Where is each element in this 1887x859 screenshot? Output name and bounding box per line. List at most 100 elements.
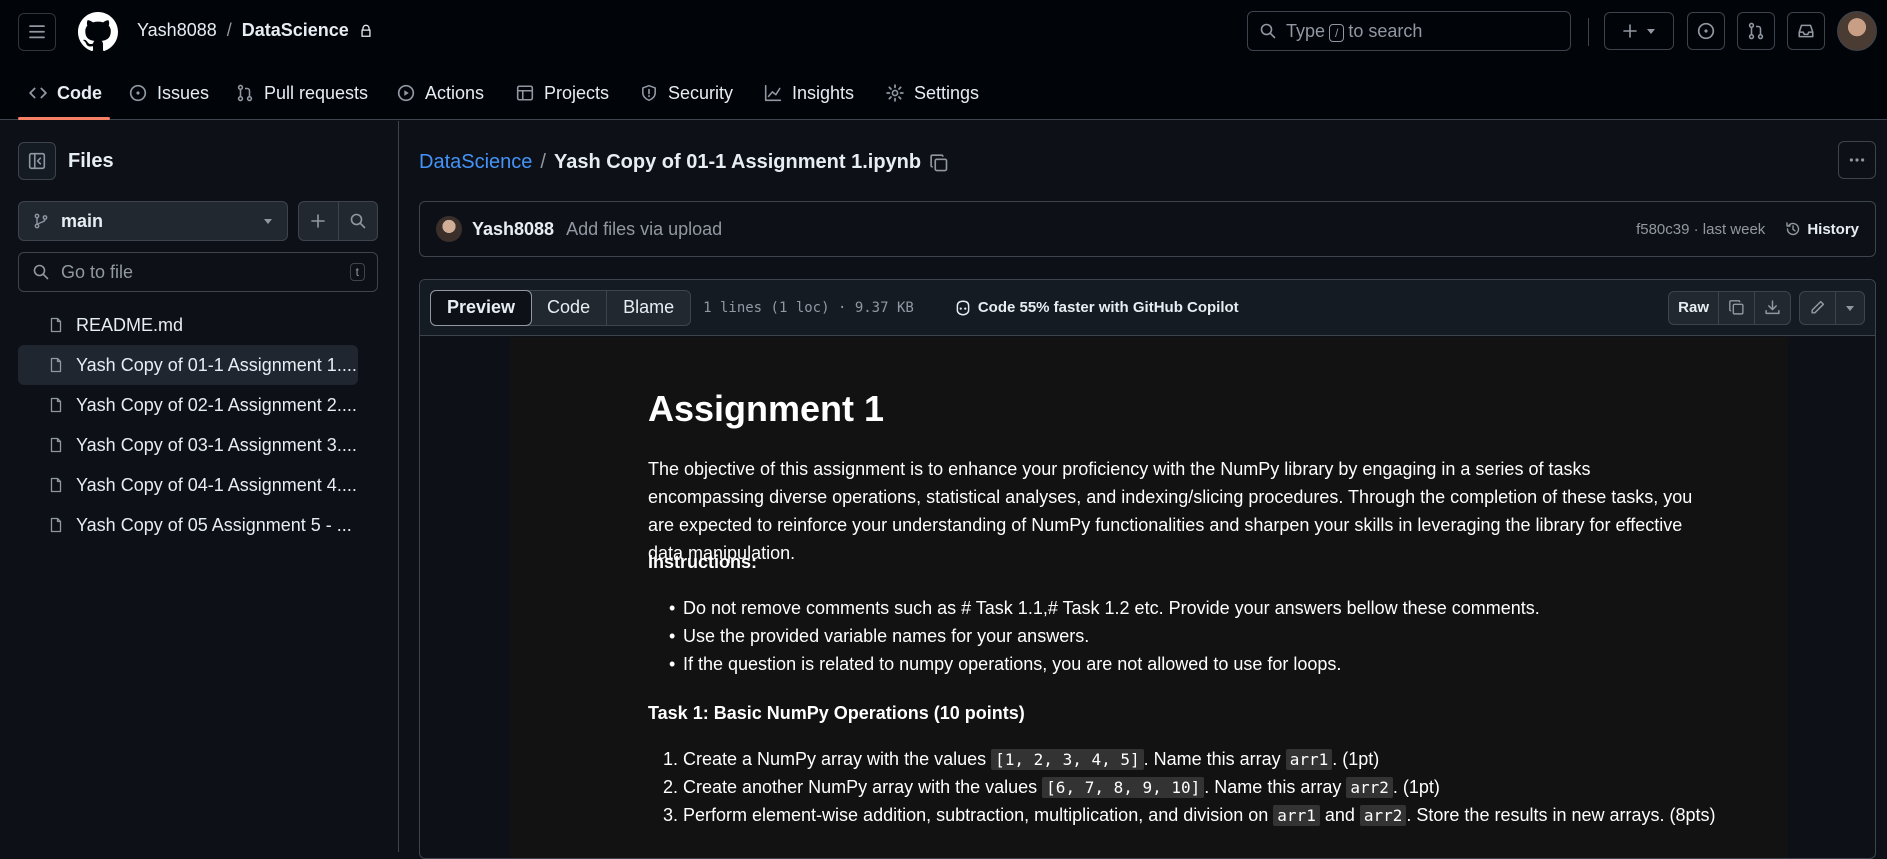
tab-issues[interactable]: Issues [129,78,209,108]
go-to-file-shortcut: t [349,263,365,281]
active-tab-indicator [18,117,110,120]
edit-file-button[interactable] [1800,292,1835,324]
edit-actions-group [1799,290,1865,325]
latest-commit-bar: Yash8088 Add files via upload f580c39 · … [419,201,1876,257]
tab-settings-label: Settings [914,82,980,103]
search-placeholder: Type / to search [1286,20,1423,42]
download-icon [1765,300,1780,315]
pull-requests-button[interactable] [1737,12,1775,50]
collapse-sidebar-button[interactable] [18,142,56,180]
git-branch-icon [34,213,48,229]
file-view: DataScience / Yash Copy of 01-1 Assignme… [400,121,1887,859]
tab-code-label: Code [57,82,102,103]
global-search-input[interactable]: Type / to search [1247,11,1571,51]
blame-tab[interactable]: Blame [606,290,690,325]
tab-insights[interactable]: Insights [764,78,854,108]
plus-icon [311,214,326,228]
instruction-item: • If the question is related to numpy ope… [669,654,1342,674]
sidebar-title: Files [68,150,114,172]
path-repo-link[interactable]: DataScience [419,151,532,174]
file-icon [50,397,62,413]
path-separator: / [540,151,546,173]
file-tree-item[interactable]: Yash Copy of 04-1 Assignment 4.... [18,465,358,505]
lock-icon [361,24,371,37]
file-tree-item[interactable]: Yash Copy of 05 Assignment 5 - ... [18,505,358,545]
hamburger-icon [29,25,45,39]
file-tree-sidebar: Files main Go to file t README.md Yash C… [0,121,399,852]
tab-pull-requests[interactable]: Pull requests [236,78,368,108]
notebook-title: Assignment 1 [648,388,885,429]
repo-nav-tabs: Code Issues Pull requests Actions Projec… [0,64,1887,120]
file-tree-item[interactable]: Yash Copy of 02-1 Assignment 2.... [18,385,358,425]
file-name: Yash Copy of 01-1 Assignment 1.... [76,354,357,375]
tab-actions-label: Actions [425,82,485,103]
pencil-icon [1811,300,1825,314]
shield-icon [642,84,656,102]
file-icon [50,437,62,453]
copilot-icon [956,300,970,315]
commit-author[interactable]: Yash8088 [472,219,554,240]
preview-tab[interactable]: Preview [430,289,533,326]
copy-raw-button[interactable] [1718,291,1754,324]
copy-icon[interactable] [929,153,949,173]
file-toolbar: Preview Code Blame 1 lines (1 loc) · 9.3… [420,280,1875,336]
code-view-tab[interactable]: Code [531,291,606,325]
tab-code[interactable]: Code [29,78,102,108]
raw-actions-group: Raw [1668,290,1791,325]
gear-icon [886,84,904,102]
branch-selector[interactable]: main [18,201,288,241]
inbox-icon [1798,24,1814,38]
commit-author-avatar[interactable] [436,216,462,242]
kebab-horizontal-icon [1849,158,1865,162]
issue-opened-icon [1697,22,1715,40]
file-name: Yash Copy of 04-1 Assignment 4.... [76,474,357,495]
search-icon [350,213,366,229]
path-file-name: Yash Copy of 01-1 Assignment 1.ipynb [553,151,922,173]
task1-item-3: 3. Perform element-wise addition, subtrac… [663,805,1716,826]
sidebar-actions [298,201,378,241]
task1-item-2: 2. Create another NumPy array with the va… [663,777,1440,798]
tab-projects[interactable]: Projects [516,78,609,108]
notebook-render: Assignment 1 The objective of this assig… [510,337,1788,858]
download-button[interactable] [1754,291,1790,324]
repo-owner-link[interactable]: Yash8088 [137,20,217,41]
add-file-button[interactable] [299,202,338,240]
file-tree-item-selected[interactable]: Yash Copy of 01-1 Assignment 1.... [18,345,358,385]
copy-icon [1729,300,1744,315]
view-mode-switch: Preview Code Blame [430,289,692,326]
file-icon [50,317,62,333]
more-options-button[interactable] [1838,141,1876,179]
play-icon [397,84,415,102]
github-logo-icon[interactable] [78,12,118,52]
search-icon [1260,23,1276,39]
menu-button[interactable] [18,13,56,51]
search-icon [33,264,49,280]
create-new-button[interactable] [1604,12,1674,50]
tab-settings[interactable]: Settings [886,78,979,108]
history-label: History [1807,220,1859,238]
tab-security[interactable]: Security [640,78,733,108]
file-icon [50,517,62,533]
commit-meta[interactable]: f580c39 · last week [1636,221,1765,238]
task1-heading: Task 1: Basic NumPy Operations (10 point… [648,703,1025,723]
file-tree-item[interactable]: README.md [18,305,358,345]
raw-button[interactable]: Raw [1669,292,1718,324]
search-files-button[interactable] [337,202,378,240]
commit-message[interactable]: Add files via upload [566,219,722,240]
go-to-file-input[interactable]: Go to file t [18,252,378,292]
inbox-button[interactable] [1787,12,1825,50]
tab-actions[interactable]: Actions [397,78,484,108]
copilot-promo-text: Code 55% faster with GitHub Copilot [977,299,1239,316]
issues-button[interactable] [1687,12,1725,50]
file-name: Yash Copy of 03-1 Assignment 3.... [76,434,357,455]
history-button[interactable]: History [1785,221,1859,238]
search-shortcut-key: / [1329,23,1345,42]
code-icon [29,87,47,99]
file-tree-item[interactable]: Yash Copy of 03-1 Assignment 3.... [18,425,358,465]
edit-options-dropdown[interactable] [1835,291,1864,324]
tab-projects-label: Projects [544,82,610,103]
copilot-promo[interactable]: Code 55% faster with GitHub Copilot [954,299,1239,317]
user-avatar[interactable] [1837,11,1877,51]
triangle-down-icon [1846,305,1854,311]
repo-name-link[interactable]: DataScience [242,20,349,41]
